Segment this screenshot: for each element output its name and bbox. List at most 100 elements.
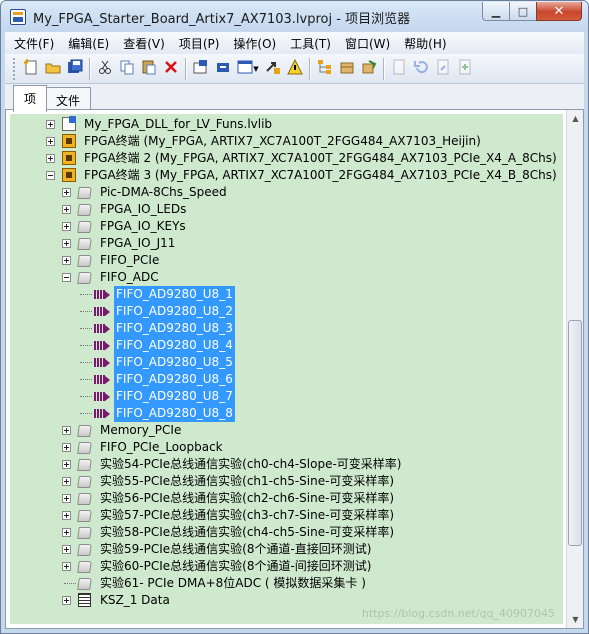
tree-item[interactable]: FIFO_AD9280_U8_4 (10, 337, 563, 354)
tree-item[interactable]: FIFO_AD9280_U8_7 (10, 388, 563, 405)
save-all-button[interactable] (64, 58, 86, 80)
tree-item[interactable]: FIFO_AD9280_U8_3 (10, 320, 563, 337)
new-button[interactable] (20, 58, 42, 80)
collapse-icon[interactable] (46, 171, 55, 180)
scroll-up-arrow[interactable]: ▲ (567, 110, 583, 127)
scroll-down-arrow[interactable]: ▼ (567, 611, 583, 628)
tree-item[interactable]: 实验59-PCIe总线通信实验(8个通道-直接回环测试) (10, 541, 563, 558)
expand-icon[interactable] (62, 222, 71, 231)
menu-item-0[interactable]: 文件(F) (7, 35, 61, 52)
tree-item-label: FIFO_PCIe_Loopback (100, 440, 223, 454)
expand-icon[interactable] (62, 477, 71, 486)
expand-icon[interactable] (62, 562, 71, 571)
menu-item-2[interactable]: 查看(V) (116, 35, 172, 52)
tree-item[interactable]: 实验56-PCIe总线通信实验(ch2-ch6-Sine-可变采样率) (10, 490, 563, 507)
fpga-target-icon (62, 134, 76, 148)
maximize-button[interactable]: □ (509, 2, 536, 21)
expand-icon[interactable] (62, 205, 71, 214)
expand-icon[interactable] (62, 494, 71, 503)
cut-button[interactable] (94, 58, 116, 80)
expand-icon[interactable] (62, 188, 71, 197)
tree-item[interactable]: FPGA终端 3 (My_FPGA, ARTIX7_XC7A100T_2FGG4… (10, 167, 563, 184)
expand-icon[interactable] (62, 256, 71, 265)
link-button[interactable] (358, 58, 380, 80)
tree-item[interactable]: 实验61- PCIe DMA+8位ADC ( 模拟数据采集卡 ) (10, 575, 563, 592)
menu-item-6[interactable]: 窗口(W) (338, 35, 397, 52)
fifo-icon (94, 391, 111, 402)
tree-item[interactable]: FIFO_AD9280_U8_2 (10, 303, 563, 320)
tree-item[interactable]: FIFO_ADC (10, 269, 563, 286)
tree-item[interactable]: 实验54-PCIe总线通信实验(ch0-ch4-Slope-可变采样率) (10, 456, 563, 473)
tree-item-label: FPGA终端 2 (My_FPGA, ARTIX7_XC7A100T_2FGG4… (84, 151, 557, 165)
paste-button[interactable] (138, 58, 160, 80)
arrow-button[interactable] (262, 58, 284, 80)
tree-item[interactable]: FIFO_PCIe (10, 252, 563, 269)
doc2-button[interactable] (432, 58, 454, 80)
tree-connector (80, 379, 92, 380)
tree-item[interactable]: FIFO_PCIe_Loopback (10, 439, 563, 456)
deploy-button[interactable] (212, 58, 234, 80)
copy-button[interactable] (116, 58, 138, 80)
warning-button[interactable] (284, 58, 306, 80)
minimize-button[interactable]: ▁ (482, 2, 509, 21)
tree-item[interactable]: FPGA_IO_KEYs (10, 218, 563, 235)
collapse-icon[interactable] (62, 273, 71, 282)
tree-item[interactable]: FPGA_IO_J11 (10, 235, 563, 252)
menu-item-1[interactable]: 编辑(E) (61, 35, 116, 52)
tree-item[interactable]: FIFO_AD9280_U8_5 (10, 354, 563, 371)
expand-icon[interactable] (62, 443, 71, 452)
open-button[interactable] (42, 58, 64, 80)
tree-item[interactable]: 实验55-PCIe总线通信实验(ch1-ch5-Sine-可变采样率) (10, 473, 563, 490)
tree-item[interactable]: FIFO_AD9280_U8_6 (10, 371, 563, 388)
tree-item[interactable]: FPGA终端 (My_FPGA, ARTIX7_XC7A100T_2FGG484… (10, 133, 563, 150)
tab-items[interactable]: 项 (13, 85, 48, 112)
caption-buttons: ▁ □ ✕ (482, 2, 582, 21)
tree-item[interactable]: 实验60-PCIe总线通信实验(8个通道-间接回环测试) (10, 558, 563, 575)
delete-button[interactable] (160, 58, 182, 80)
package-button[interactable] (336, 58, 358, 80)
vertical-scrollbar[interactable]: ▲ ▼ (566, 110, 583, 628)
expand-icon[interactable] (46, 120, 55, 129)
expand-icon[interactable] (62, 426, 71, 435)
tree-item[interactable]: Pic-DMA-8Chs_Speed (10, 184, 563, 201)
add-button[interactable] (454, 58, 476, 80)
tree-item[interactable]: 实验58-PCIe总线通信实验(ch4-ch5-Sine-可变采样率) (10, 524, 563, 541)
tree-connector (80, 294, 92, 295)
save-all-icon (67, 59, 83, 78)
expand-icon[interactable] (62, 239, 71, 248)
menu-item-7[interactable]: 帮助(H) (397, 35, 453, 52)
toolbar-grip[interactable] (13, 57, 16, 80)
tree-item[interactable]: Memory_PCIe (10, 422, 563, 439)
menu-bar: 文件(F) 编辑(E) 查看(V) 项目(P) 操作(O) 工具(T) 窗口(W) 帮助(H) (5, 32, 584, 54)
view-button[interactable]: ▼ (234, 58, 262, 80)
menu-item-3[interactable]: 项目(P) (172, 35, 227, 52)
undo-button[interactable] (410, 58, 432, 80)
close-button[interactable]: ✕ (536, 2, 582, 21)
tab-files[interactable]: 文件 (45, 87, 92, 111)
tree-item[interactable]: FIFO_AD9280_U8_1 (10, 286, 563, 303)
tree-item[interactable]: My_FPGA_DLL_for_LV_Funs.lvlib (10, 116, 563, 133)
doc-button[interactable] (388, 58, 410, 80)
expand-icon[interactable] (46, 154, 55, 163)
scroll-thumb[interactable] (568, 320, 582, 546)
tree-item[interactable]: FIFO_AD9280_U8_8 (10, 405, 563, 422)
menu-item-4[interactable]: 操作(O) (226, 35, 283, 52)
tree-button[interactable] (314, 58, 336, 80)
tree-item[interactable]: 实验57-PCIe总线通信实验(ch3-ch7-Sine-可变采样率) (10, 507, 563, 524)
expand-icon[interactable] (62, 460, 71, 469)
title-bar[interactable]: My_FPGA_Starter_Board_Artix7_AX7103.lvpr… (1, 1, 588, 31)
expand-icon[interactable] (62, 511, 71, 520)
expand-icon[interactable] (62, 528, 71, 537)
expand-icon[interactable] (46, 137, 55, 146)
folder-icon (77, 527, 92, 539)
package-icon (339, 59, 355, 78)
menu-item-5[interactable]: 工具(T) (283, 35, 338, 52)
expand-icon[interactable] (62, 545, 71, 554)
fpga-target-icon (62, 151, 76, 165)
expand-icon[interactable] (62, 596, 71, 605)
project-tree[interactable]: My_FPGA_DLL_for_LV_Funs.lvlib FPGA终端 (My_… (10, 114, 563, 624)
toolbar-separator (383, 57, 385, 80)
build-button[interactable] (190, 58, 212, 80)
tree-item[interactable]: FPGA_IO_LEDs (10, 201, 563, 218)
tree-item[interactable]: FPGA终端 2 (My_FPGA, ARTIX7_XC7A100T_2FGG4… (10, 150, 563, 167)
